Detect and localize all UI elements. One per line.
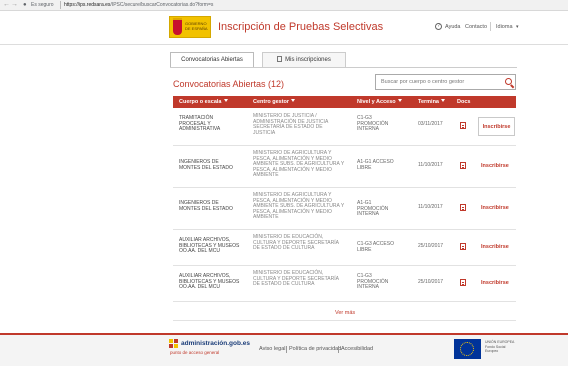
- cell-gestor: MINISTERIO DE AGRICULTURA Y PESCA, ALIME…: [253, 150, 345, 179]
- cell-termina: 25/10/2017: [418, 279, 444, 285]
- footer-link-accesibilidad[interactable]: Accesibilidad: [341, 346, 373, 352]
- cell-gestor: MINISTERIO DE JUSTICIA / ADMINISTRACIÓN …: [253, 113, 329, 136]
- tab-doc-icon: [277, 56, 283, 62]
- cell-termina: 03/11/2017: [418, 121, 443, 127]
- tab-label: Mis inscripciones: [285, 57, 331, 63]
- sort-down-icon: [291, 99, 296, 102]
- cell-nivel: C1-G3 ACCESO LIBRE: [357, 241, 394, 253]
- cell-nivel: C1-G3 PROMOCIÓN INTERNA: [357, 115, 389, 133]
- eu-stars: [460, 342, 474, 356]
- administracion-logo-icon[interactable]: [169, 339, 179, 349]
- header-label: Centro gestor: [253, 99, 290, 105]
- nav-divider: [490, 22, 491, 31]
- search-input[interactable]: [376, 75, 500, 89]
- tab-mis-inscripciones[interactable]: Mis inscripciones: [262, 52, 346, 68]
- footer-link-aviso-legal[interactable]: Aviso legal: [259, 346, 286, 352]
- footer-separator: [286, 346, 287, 353]
- sort-down-icon: [441, 99, 445, 102]
- table-row: TRAMITACIÓN PROCESAL Y ADMINISTRATIVA MI…: [173, 108, 516, 146]
- footer-brand-sub: punto de acceso general: [170, 350, 220, 355]
- sort-down-icon: [397, 99, 402, 102]
- document-icon[interactable]: [460, 279, 466, 286]
- table-bottom-rule: [173, 320, 516, 321]
- lock-icon: ●: [23, 2, 27, 8]
- footer-link-privacidad[interactable]: Política de privacidad: [289, 346, 341, 352]
- government-logo[interactable]: GOBIERNO DE ESPAÑA: [169, 16, 211, 38]
- table-row: AUXILIAR ARCHIVOS, BIBLIOTECAS Y MUSEOS …: [173, 266, 516, 302]
- sort-down-icon: [223, 99, 228, 102]
- page-title: Inscripción de Pruebas Selectivas: [218, 21, 384, 33]
- language-menu[interactable]: Idioma: [496, 24, 513, 30]
- forward-arrow-icon[interactable]: →: [11, 1, 18, 9]
- chevron-down-icon[interactable]: ▾: [516, 24, 519, 30]
- tab-convocatorias-abiertas[interactable]: Convocatorias Abiertas: [170, 52, 254, 68]
- url-host: https://ips.redsara.es: [64, 2, 111, 8]
- tabs-divider: [170, 67, 517, 68]
- inscribirse-button[interactable]: Inscribirse: [481, 280, 509, 286]
- cell-nivel: C1-G3 PROMOCIÓN INTERNA: [357, 273, 389, 291]
- logo-shield: [173, 20, 182, 35]
- ver-mas-link[interactable]: Ver más: [335, 310, 355, 316]
- inscribirse-button[interactable]: Inscribirse: [481, 205, 509, 211]
- document-icon[interactable]: [460, 204, 466, 211]
- convocatorias-table: Cuerpo o escala Centro gestor Nivel y Ac…: [173, 96, 516, 302]
- browser-address-bar[interactable]: ← → ● Es seguro https://ips.redsara.es/I…: [0, 0, 568, 11]
- logo-text: GOBIERNO DE ESPAÑA: [185, 21, 208, 31]
- header-cuerpo[interactable]: Cuerpo o escala: [179, 96, 228, 108]
- cell-nivel: A1-G1 PROMOCIÓN INTERNA: [357, 200, 389, 218]
- search-icon[interactable]: [505, 78, 512, 85]
- cell-termina: 11/10/2017: [418, 204, 443, 210]
- eu-flag-icon: [454, 339, 481, 359]
- cell-termina: 25/10/2017: [418, 243, 444, 249]
- logo-square: [174, 344, 178, 348]
- table-row: AUXILIAR ARCHIVOS, BIBLIOTECAS Y MUSEOS …: [173, 230, 516, 266]
- address-divider: [60, 1, 61, 9]
- document-icon[interactable]: [460, 243, 466, 250]
- logo-square: [174, 339, 178, 343]
- search-box[interactable]: [375, 74, 516, 90]
- footer-brand[interactable]: administración.gob.es: [181, 340, 250, 347]
- document-icon[interactable]: [460, 162, 466, 169]
- cell-termina: 11/10/2017: [418, 162, 443, 168]
- logo-square: [169, 339, 173, 343]
- cell-gestor: MINISTERIO DE EDUCACIÓN, CULTURA Y DEPOR…: [253, 270, 339, 288]
- url-path: /IPSC/secure/buscarConvocatorias.do?form…: [110, 2, 214, 8]
- cell-cuerpo: AUXILIAR ARCHIVOS, BIBLIOTECAS Y MUSEOS …: [179, 273, 240, 291]
- help-link[interactable]: Ayuda: [445, 24, 461, 30]
- header-label: Termina: [418, 99, 439, 105]
- cell-gestor: MINISTERIO DE EDUCACIÓN, CULTURA Y DEPOR…: [253, 234, 339, 252]
- header-termina[interactable]: Termina: [418, 96, 445, 108]
- header-divider: [0, 44, 568, 45]
- table-header: Cuerpo o escala Centro gestor Nivel y Ac…: [173, 96, 516, 108]
- cell-cuerpo: TRAMITACIÓN PROCESAL Y ADMINISTRATIVA: [179, 115, 221, 133]
- document-icon[interactable]: [460, 122, 466, 129]
- cell-cuerpo: INGENIEROS DE MONTES DEL ESTADO: [179, 200, 233, 212]
- section-title: Convocatorias Abiertas (12): [173, 79, 285, 89]
- footer-separator: [338, 346, 339, 353]
- header-nivel[interactable]: Nivel y Acceso: [357, 96, 402, 108]
- header-docs: Docs: [457, 99, 471, 105]
- cell-gestor: MINISTERIO DE AGRICULTURA Y PESCA, ALIME…: [253, 192, 345, 221]
- contact-link[interactable]: Contacto: [465, 24, 487, 30]
- tab-label: Convocatorias Abiertas: [181, 57, 243, 63]
- inscribirse-button[interactable]: Inscribirse: [481, 163, 509, 169]
- header-label: Nivel y Acceso: [357, 99, 396, 105]
- back-arrow-icon[interactable]: ←: [3, 1, 10, 9]
- inscribirse-button[interactable]: Inscribirse: [478, 117, 515, 136]
- secure-label: Es seguro: [31, 2, 54, 8]
- help-icon[interactable]: ?: [435, 23, 442, 30]
- eu-funding-text: UNIÓN EUROPEA Fondo Social Europeo: [485, 340, 515, 353]
- header-gestor[interactable]: Centro gestor: [253, 96, 296, 108]
- inscribirse-button[interactable]: Inscribirse: [481, 244, 509, 250]
- cell-cuerpo: AUXILIAR ARCHIVOS, BIBLIOTECAS Y MUSEOS …: [179, 237, 240, 255]
- cell-nivel: A1-G1 ACCESO LIBRE: [357, 159, 394, 171]
- header-label: Cuerpo o escala: [179, 99, 222, 105]
- logo-square: [169, 344, 173, 348]
- table-row: INGENIEROS DE MONTES DEL ESTADO MINISTER…: [173, 188, 516, 230]
- cell-cuerpo: INGENIEROS DE MONTES DEL ESTADO: [179, 159, 233, 171]
- table-row: INGENIEROS DE MONTES DEL ESTADO MINISTER…: [173, 146, 516, 188]
- url-text[interactable]: https://ips.redsara.es/IPSC/secure/busca…: [64, 2, 213, 9]
